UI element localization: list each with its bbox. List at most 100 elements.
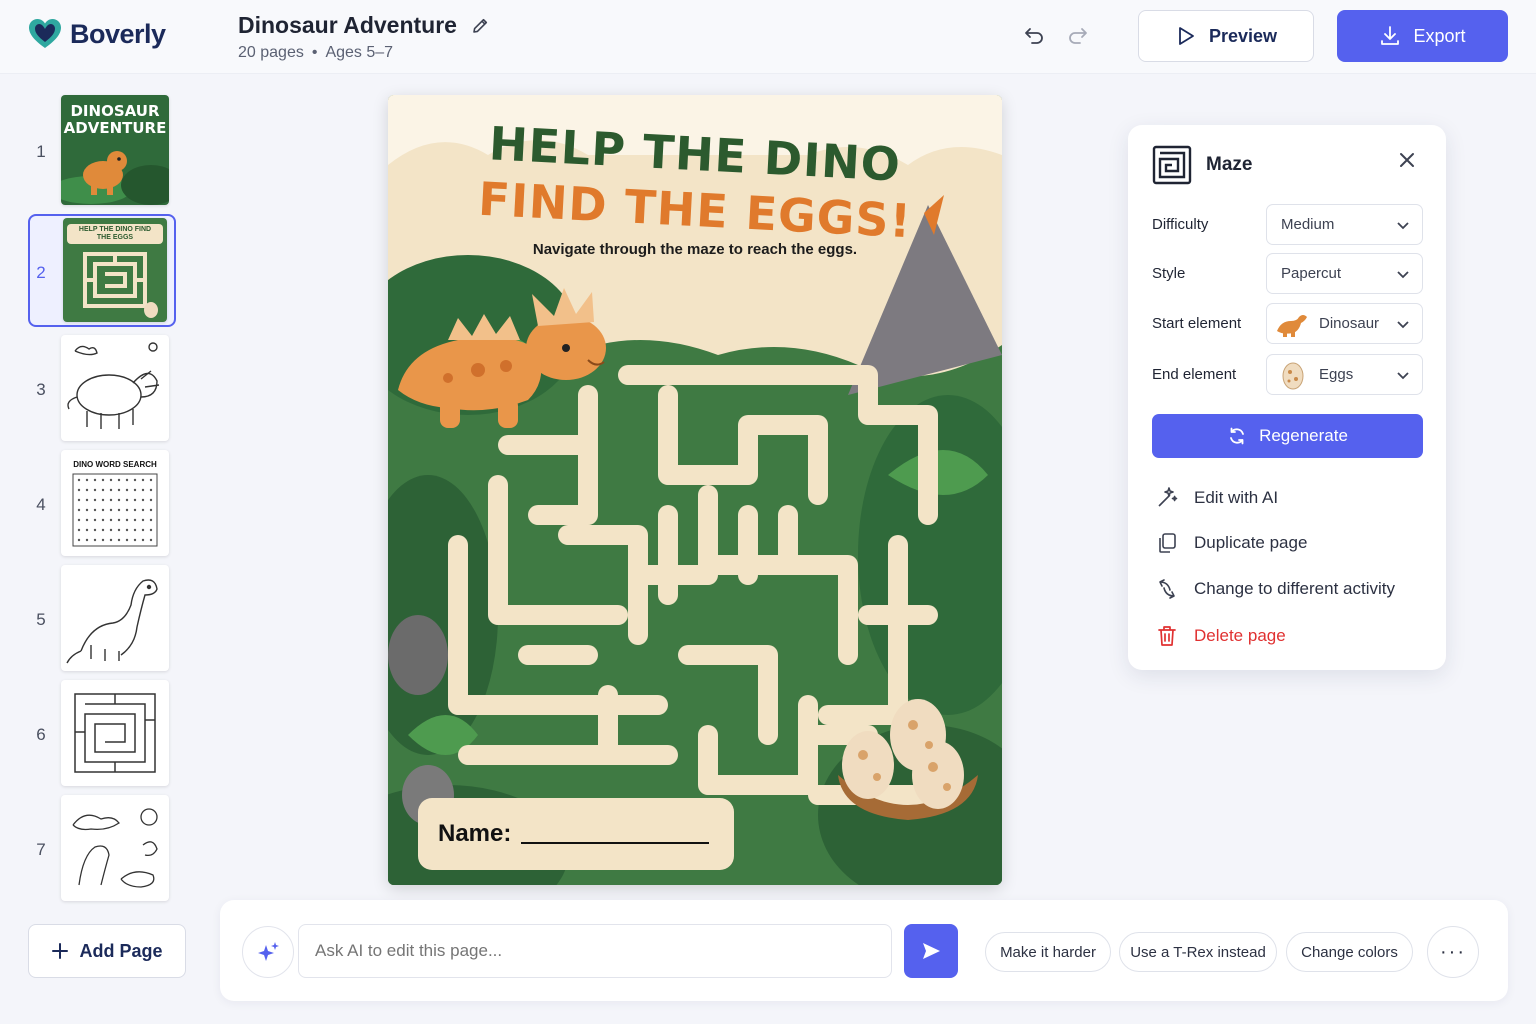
page-thumbnail-image bbox=[61, 335, 169, 441]
dinosaur-doodles-icon bbox=[72, 808, 158, 888]
page-thumbnail-image bbox=[61, 680, 169, 786]
difficulty-select[interactable]: Medium bbox=[1266, 204, 1423, 245]
style-label: Style bbox=[1152, 265, 1186, 282]
change-activity-action[interactable]: Change to different activity bbox=[1156, 578, 1395, 600]
name-line bbox=[521, 842, 710, 844]
page-thumbnail-image: DINOSAUR ADVENTURE bbox=[61, 95, 169, 205]
suggestion-chip[interactable]: Change colors bbox=[1286, 932, 1413, 972]
export-label: Export bbox=[1413, 25, 1466, 46]
ai-prompt-input[interactable] bbox=[298, 924, 892, 978]
style-value: Papercut bbox=[1281, 265, 1342, 282]
pencil-icon[interactable] bbox=[471, 17, 489, 35]
start-element-value: Dinosaur bbox=[1319, 315, 1380, 332]
panel-title: Maze bbox=[1206, 154, 1253, 175]
ai-sparkle-button[interactable] bbox=[242, 926, 294, 978]
panel-header: Maze bbox=[1152, 145, 1252, 185]
chevron-down-icon bbox=[1397, 372, 1409, 380]
more-options-button[interactable]: ··· bbox=[1427, 926, 1479, 978]
end-element-value: Eggs bbox=[1319, 366, 1354, 383]
page-thumbnail[interactable]: 1 DINOSAUR ADVENTURE bbox=[28, 95, 178, 207]
chevron-down-icon bbox=[1397, 222, 1409, 230]
duplicate-page-label: Duplicate page bbox=[1194, 533, 1308, 552]
delete-page-action[interactable]: Delete page bbox=[1156, 625, 1286, 647]
suggestion-chip[interactable]: Use a T-Rex instead bbox=[1119, 932, 1277, 972]
style-select[interactable]: Papercut bbox=[1266, 253, 1423, 294]
redo-button[interactable] bbox=[1065, 22, 1091, 48]
undo-button[interactable] bbox=[1021, 22, 1047, 48]
end-element-select[interactable]: Eggs bbox=[1266, 354, 1423, 395]
difficulty-label: Difficulty bbox=[1152, 216, 1209, 233]
trash-icon bbox=[1158, 626, 1176, 646]
dinosaur-outline-icon bbox=[66, 579, 158, 664]
document-title-group: Dinosaur Adventure bbox=[238, 12, 489, 39]
page-canvas[interactable]: HELP THE DINO FIND THE EGGS! Navigate th… bbox=[388, 95, 1002, 885]
end-element-label: End element bbox=[1152, 366, 1237, 383]
page-thumbnail[interactable]: 7 bbox=[28, 795, 178, 907]
page-thumbnail[interactable]: 5 bbox=[28, 565, 178, 677]
page-thumbnail[interactable]: 3 bbox=[28, 335, 178, 447]
name-field-box: Name: bbox=[418, 798, 734, 870]
add-page-button[interactable]: Add Page bbox=[28, 924, 186, 978]
age-range: Ages 5–7 bbox=[325, 44, 394, 61]
send-button[interactable] bbox=[904, 924, 958, 978]
add-page-label: Add Page bbox=[79, 940, 163, 961]
download-icon bbox=[1381, 26, 1400, 45]
change-activity-label: Change to different activity bbox=[1194, 579, 1395, 598]
close-icon[interactable] bbox=[1396, 149, 1418, 171]
eggs-nest-illustration bbox=[838, 699, 978, 820]
suggestion-chip[interactable]: Make it harder bbox=[985, 932, 1111, 972]
page-thumbnail-image: DINO WORD SEARCH bbox=[61, 450, 169, 556]
regenerate-label: Regenerate bbox=[1259, 426, 1348, 445]
duplicate-page-action[interactable]: Duplicate page bbox=[1156, 532, 1307, 554]
edit-with-ai-action[interactable]: Edit with AI bbox=[1156, 487, 1278, 509]
triceratops-outline-icon bbox=[67, 342, 160, 429]
page-thumbnail[interactable]: 4 DINO WORD SEARCH bbox=[28, 450, 178, 562]
page-number: 1 bbox=[36, 142, 46, 161]
start-element-select[interactable]: Dinosaur bbox=[1266, 303, 1423, 344]
maze-thumbnail bbox=[83, 252, 158, 318]
difficulty-value: Medium bbox=[1281, 216, 1335, 233]
page-number: 7 bbox=[36, 840, 46, 859]
plus-icon bbox=[52, 943, 69, 959]
page-thumbnail-image bbox=[61, 565, 169, 671]
sparkle-icon bbox=[258, 942, 279, 961]
thumb-title: DINO WORD SEARCH bbox=[73, 460, 157, 469]
page-thumbnail[interactable]: 6 bbox=[28, 680, 178, 792]
chevron-down-icon bbox=[1397, 271, 1409, 279]
refresh-icon bbox=[1230, 427, 1244, 445]
page-thumbnail[interactable]: 2 HELP THE DINO FIND THE EGGS bbox=[28, 218, 178, 330]
app-name: Boverly bbox=[70, 18, 166, 49]
send-icon bbox=[923, 943, 940, 959]
dinosaur-icon bbox=[61, 151, 169, 205]
page-number: 4 bbox=[36, 495, 46, 514]
delete-page-label: Delete page bbox=[1194, 626, 1286, 645]
top-bar: Boverly Dinosaur Adventure 20 pages • Ag… bbox=[0, 0, 1536, 74]
preview-button[interactable]: Preview bbox=[1138, 10, 1314, 62]
page-thumbnail-image bbox=[61, 795, 169, 901]
dinosaur-icon bbox=[1277, 314, 1307, 337]
activity-settings-panel: Maze Difficulty Medium Style Papercut St… bbox=[1128, 125, 1446, 670]
chevron-down-icon bbox=[1397, 321, 1409, 329]
ai-chat-bar: Make it harder Use a T-Rex instead Chang… bbox=[220, 900, 1508, 1001]
page-number: 6 bbox=[36, 725, 46, 744]
heart-logo-icon bbox=[29, 19, 61, 48]
export-button[interactable]: Export bbox=[1337, 10, 1508, 62]
canvas-subtitle: Navigate through the maze to reach the e… bbox=[532, 241, 858, 258]
page-count: 20 pages bbox=[238, 44, 304, 61]
swap-icon bbox=[1159, 579, 1175, 599]
logo[interactable]: Boverly bbox=[28, 18, 166, 50]
page-thumbnail-image: HELP THE DINO FIND THE EGGS bbox=[63, 218, 167, 322]
copy-icon bbox=[1159, 533, 1176, 553]
document-title[interactable]: Dinosaur Adventure bbox=[238, 12, 457, 39]
regenerate-button[interactable]: Regenerate bbox=[1152, 414, 1423, 458]
egg-icon bbox=[1282, 362, 1304, 389]
play-icon bbox=[1179, 27, 1194, 45]
dinosaur-illustration bbox=[398, 288, 606, 428]
name-label: Name: bbox=[438, 820, 512, 847]
page-number: 3 bbox=[36, 380, 46, 399]
undo-icon bbox=[1025, 28, 1043, 44]
preview-label: Preview bbox=[1208, 25, 1278, 46]
magic-wand-icon bbox=[1158, 487, 1178, 507]
meta-separator: • bbox=[311, 44, 318, 61]
maze-icon bbox=[1152, 145, 1192, 185]
